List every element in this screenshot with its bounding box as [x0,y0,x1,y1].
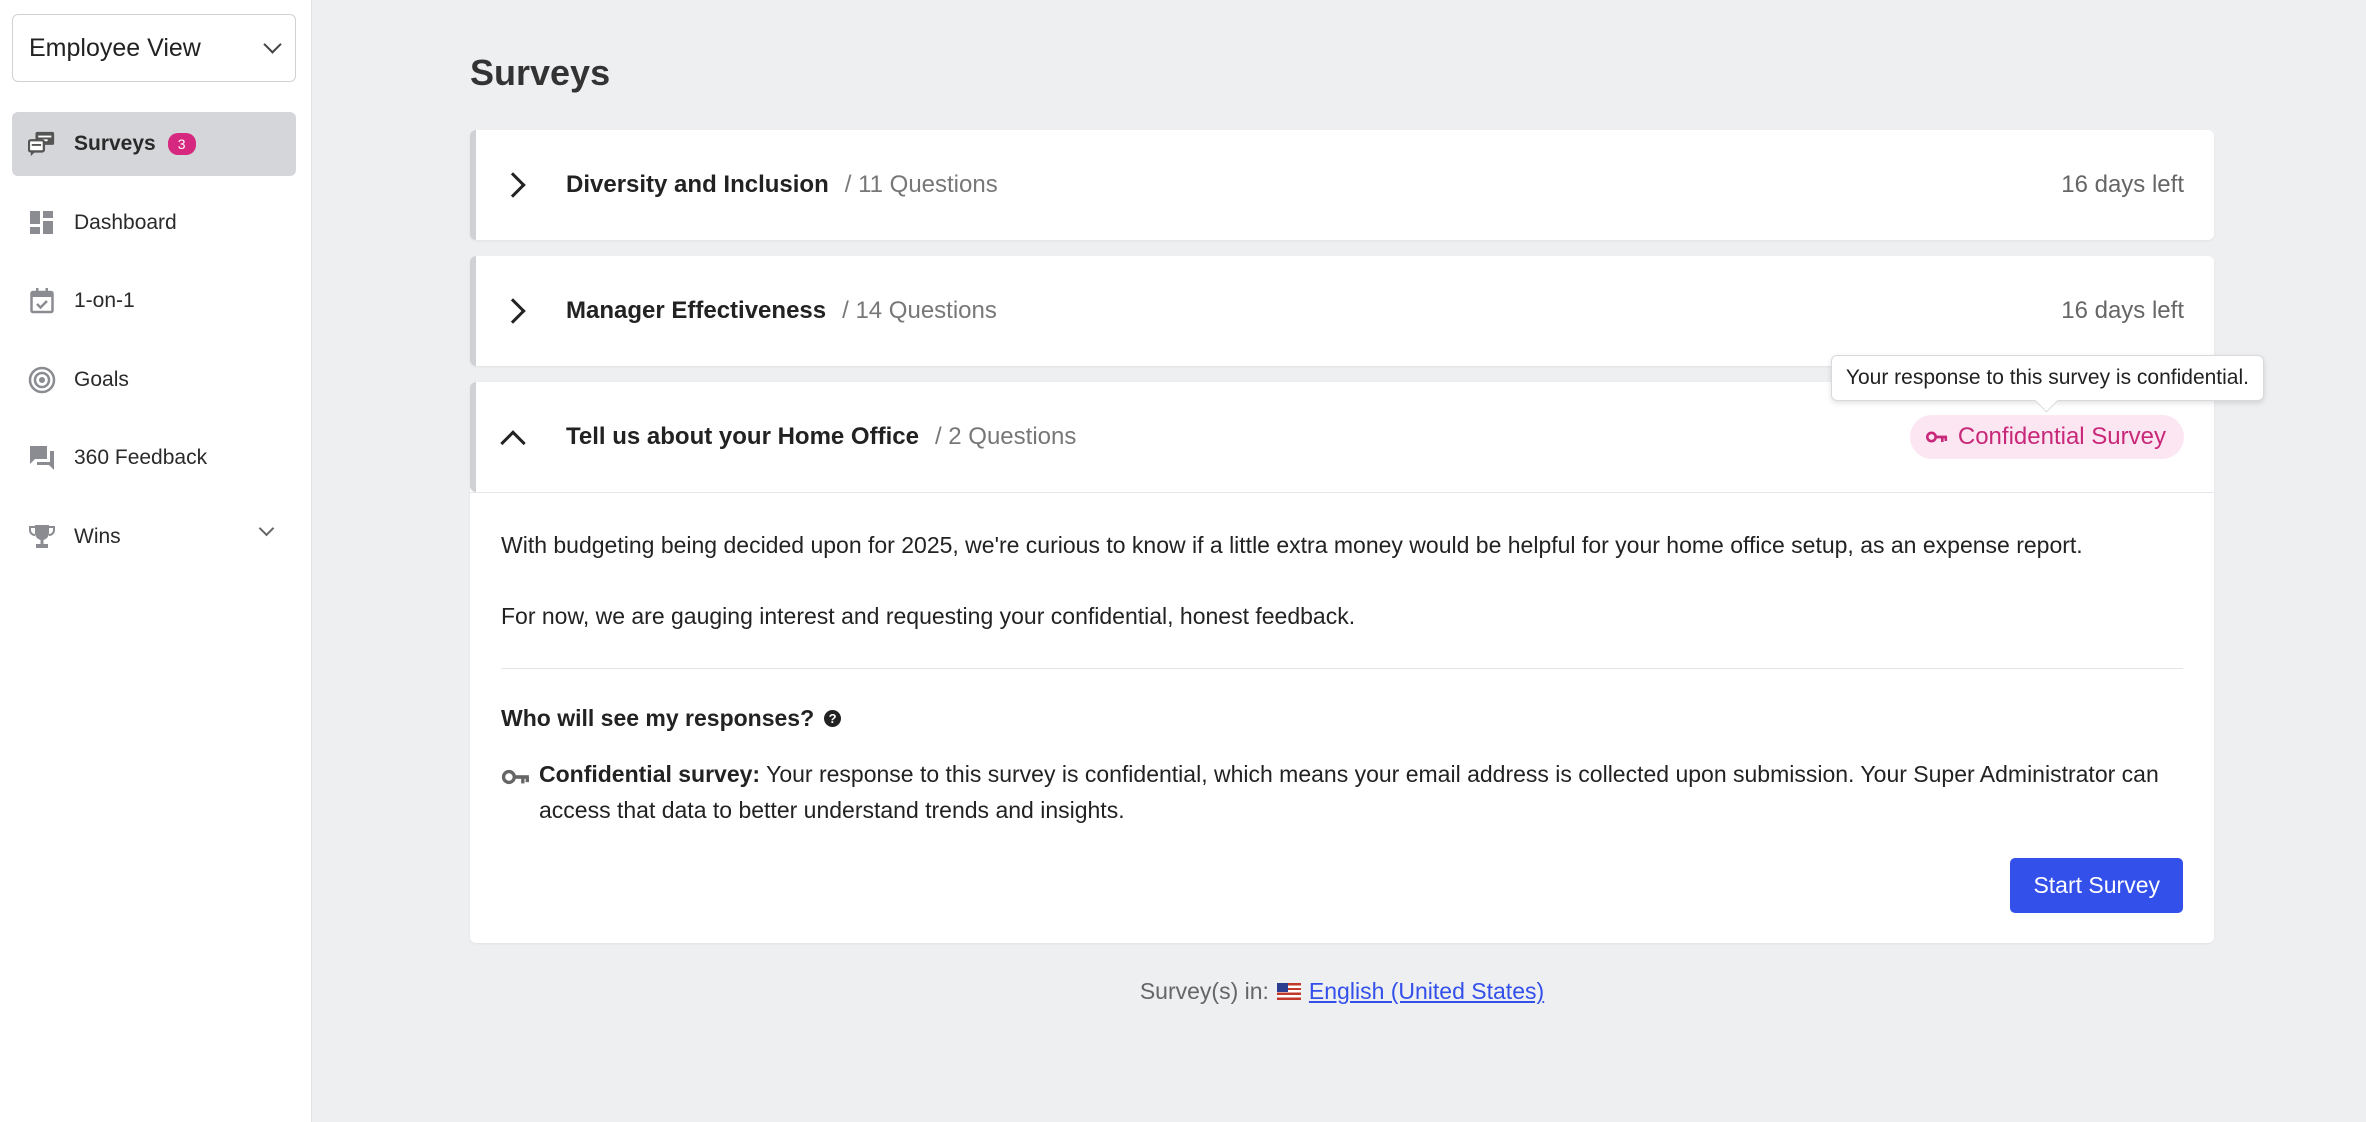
page-title: Surveys [470,52,611,93]
chevron-right-icon [500,172,526,198]
help-icon[interactable]: ? [824,710,842,727]
survey-card: Manager Effectiveness / 14 Questions 16 … [470,256,2214,366]
survey-description: With budgeting being decided upon for 20… [501,527,2183,634]
survey-question-count: / 14 Questions [842,297,997,324]
confidential-explanation-text: Confidential survey: Your response to th… [539,756,2183,828]
survey-language-footer: Survey(s) in: English (United States) [470,978,2214,1005]
survey-details: With budgeting being decided upon for 20… [470,492,2214,943]
sidebar-item-surveys[interactable]: Surveys 3 [12,112,296,176]
description-paragraph: With budgeting being decided upon for 20… [501,532,2083,558]
confidential-explanation: Confidential survey: Your response to th… [501,756,2183,828]
sidebar-item-label: Goals [74,367,129,391]
survey-question-count: / 11 Questions [844,171,998,198]
sidebar: Employee View Surveys 3 Dashboard 1-on-1 [0,0,312,1122]
survey-card: Diversity and Inclusion / 11 Questions 1… [470,130,2214,240]
chevron-up-icon [500,430,526,456]
sidebar-nav: Surveys 3 Dashboard 1-on-1 Goals 360 Fee… [12,112,296,583]
survey-header[interactable]: Manager Effectiveness / 14 Questions 16 … [470,256,2214,366]
calendar-check-icon [28,287,56,315]
sidebar-item-label: 1-on-1 [74,289,135,312]
sidebar-item-wins[interactable]: Wins [12,505,296,569]
divider [501,668,2183,669]
view-select[interactable]: Employee View [12,14,296,82]
start-survey-button[interactable]: Start Survey [2010,858,2183,913]
survey-header[interactable]: Diversity and Inclusion / 11 Questions 1… [470,130,2214,240]
sidebar-item-dashboard[interactable]: Dashboard [12,191,296,255]
trophy-icon [28,523,56,551]
language-prefix: Survey(s) in: [1139,978,1269,1004]
feedback-icon [28,444,56,472]
us-flag-icon [1276,983,1301,1000]
confidential-description: Your response to this survey is confiden… [539,761,2159,823]
survey-days-left: 16 days left [2061,297,2184,324]
survey-days-left: 16 days left [2061,171,2184,198]
surveys-icon [28,130,56,158]
target-icon [28,366,56,394]
confidential-survey-badge[interactable]: Confidential Survey Your response to thi… [1830,355,2264,459]
description-paragraph: For now, we are gauging interest and req… [501,603,1356,629]
survey-header[interactable]: Tell us about your Home Office / 2 Quest… [470,355,2264,492]
sidebar-item-label: Dashboard [74,210,177,234]
surveys-count-badge: 3 [167,133,196,155]
view-select-label: Employee View [29,33,201,62]
sidebar-item-label: Wins [74,524,121,548]
survey-question-count: / 2 Questions [934,423,1077,450]
sidebar-item-1-on-1[interactable]: 1-on-1 [12,269,296,333]
sidebar-item-label: Surveys [74,132,156,155]
who-sees-heading-text: Who will see my responses? [501,705,815,731]
chevron-down-icon [263,34,282,54]
survey-title: Diversity and Inclusion [566,171,829,198]
survey-card-expanded: Tell us about your Home Office / 2 Quest… [470,355,2264,943]
chevron-down-icon[interactable] [258,520,275,536]
sidebar-item-goals[interactable]: Goals [12,348,296,412]
survey-title: Manager Effectiveness [566,297,827,324]
dashboard-icon [28,209,56,237]
survey-title: Tell us about your Home Office [566,423,919,450]
sidebar-item-360-feedback[interactable]: 360 Feedback [12,426,296,490]
sidebar-item-label: 360 Feedback [74,446,208,469]
confidential-survey-label: Confidential Survey [1957,423,2166,450]
language-link[interactable]: English (United States) [1309,978,1544,1005]
confidential-tooltip: Your response to this survey is confiden… [1830,355,2264,401]
key-icon [1925,430,1948,444]
key-icon [501,760,531,828]
who-sees-heading: Who will see my responses? ? [501,705,2183,732]
chevron-right-icon [500,298,526,324]
confidential-label: Confidential survey: [539,761,761,787]
button-row: Start Survey [501,858,2183,913]
